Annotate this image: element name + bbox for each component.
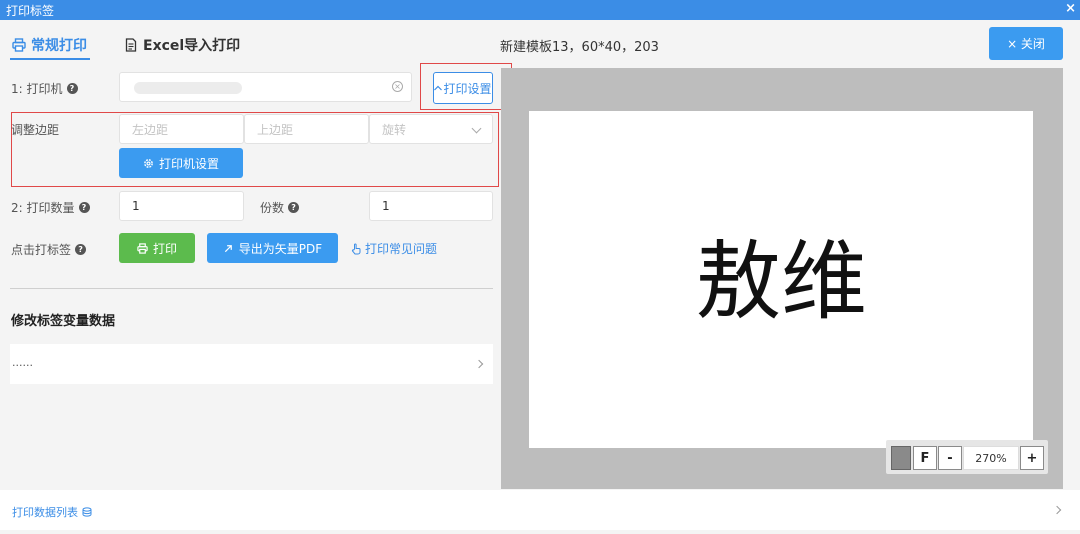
arrow-up-right-icon xyxy=(224,244,232,252)
actions-label: 点击打标签 ? xyxy=(11,241,87,258)
printer-label: 1: 打印机 ? xyxy=(11,80,78,97)
window-title: 打印标签 xyxy=(6,4,55,18)
help-icon[interactable]: ? xyxy=(288,202,300,213)
variables-title: 修改标签变量数据 xyxy=(11,314,116,329)
print-faq-label: 打印常见问题 xyxy=(365,242,438,256)
rotate-select[interactable]: 旋转 xyxy=(369,114,493,144)
print-faq-link[interactable]: 打印常见问题 xyxy=(350,240,437,257)
print-data-list-bar[interactable]: 打印数据列表 xyxy=(0,490,1080,530)
help-icon[interactable]: ? xyxy=(75,244,87,255)
left-margin-placeholder: 左边距 xyxy=(132,122,169,137)
zoom-out-button[interactable]: - xyxy=(938,446,962,470)
tab-excel-import-print[interactable]: Excel导入打印 xyxy=(124,35,240,55)
chevron-right-icon xyxy=(474,359,484,369)
printer-icon xyxy=(137,242,148,254)
export-pdf-button[interactable]: 导出为矢量PDF xyxy=(207,233,338,263)
top-margin-input[interactable]: 上边距 xyxy=(244,114,369,144)
chevron-down-icon xyxy=(471,123,482,134)
clear-icon[interactable]: × xyxy=(392,81,403,92)
quantity-label: 2: 打印数量 ? xyxy=(11,199,90,216)
print-data-list-text: 打印数据列表 xyxy=(12,506,78,519)
quantity-label-text: 2: 打印数量 xyxy=(11,201,75,215)
copies-input[interactable]: 1 xyxy=(369,191,493,221)
active-tab-indicator xyxy=(10,58,90,60)
zoom-level: 270% xyxy=(963,446,1019,470)
chevron-up-icon xyxy=(434,85,443,91)
background-color-swatch[interactable] xyxy=(891,446,911,470)
zoom-in-button[interactable]: + xyxy=(1020,446,1044,470)
printer-name-redacted xyxy=(134,82,242,94)
label-preview-pane: 敖维 xyxy=(501,68,1063,489)
copies-label: 份数 ? xyxy=(260,199,300,216)
copies-value: 1 xyxy=(382,199,390,213)
top-margin-placeholder: 上边距 xyxy=(257,122,294,137)
variable-row[interactable]: ...... xyxy=(10,344,493,384)
template-name: 新建模板13，60*40，203 xyxy=(500,40,659,55)
print-settings-label: 打印设置 xyxy=(443,81,492,96)
variable-row-text: ...... xyxy=(12,356,33,369)
printer-icon xyxy=(12,38,26,52)
zoom-controls: F - 270% + xyxy=(886,440,1048,474)
export-pdf-label: 导出为矢量PDF xyxy=(238,241,323,256)
printer-setup-label: 打印机设置 xyxy=(158,156,219,171)
left-margin-input[interactable]: 左边距 xyxy=(119,114,244,144)
window-close-icon[interactable]: × xyxy=(1065,1,1076,16)
actions-label-text: 点击打标签 xyxy=(11,243,72,257)
printer-label-text: 1: 打印机 xyxy=(11,82,63,96)
tab-regular-print-label: 常规打印 xyxy=(31,38,87,54)
rotate-placeholder: 旋转 xyxy=(382,122,407,137)
window-title-bar: 打印标签 × xyxy=(0,0,1080,20)
tab-regular-print[interactable]: 常规打印 xyxy=(12,35,87,55)
help-icon[interactable]: ? xyxy=(78,202,90,213)
label-text: 敖维 xyxy=(695,232,867,332)
hand-pointer-icon xyxy=(351,243,361,254)
print-label: 打印 xyxy=(152,241,177,256)
quantity-value: 1 xyxy=(132,199,140,213)
label-canvas: 敖维 xyxy=(529,111,1033,448)
print-button[interactable]: 打印 xyxy=(119,233,195,263)
close-button[interactable]: × 关闭 xyxy=(989,27,1063,60)
print-data-list-label: 打印数据列表 xyxy=(12,504,92,520)
database-icon xyxy=(82,507,92,517)
margins-label: 调整边距 xyxy=(11,121,59,138)
quantity-input[interactable]: 1 xyxy=(119,191,244,221)
chevron-right-icon xyxy=(1052,505,1062,515)
margins-label-text: 调整边距 xyxy=(11,123,60,137)
fit-button[interactable]: F xyxy=(913,446,937,470)
tab-excel-import-print-label: Excel导入打印 xyxy=(143,38,241,54)
copies-label-text: 份数 xyxy=(260,201,285,215)
printer-select[interactable]: × xyxy=(119,72,412,102)
section-divider xyxy=(10,288,493,289)
print-settings-button[interactable]: 打印设置 xyxy=(433,72,493,104)
gear-icon xyxy=(144,158,153,168)
document-icon xyxy=(125,38,137,52)
printer-setup-button[interactable]: 打印机设置 xyxy=(119,148,243,178)
help-icon[interactable]: ? xyxy=(66,83,78,94)
